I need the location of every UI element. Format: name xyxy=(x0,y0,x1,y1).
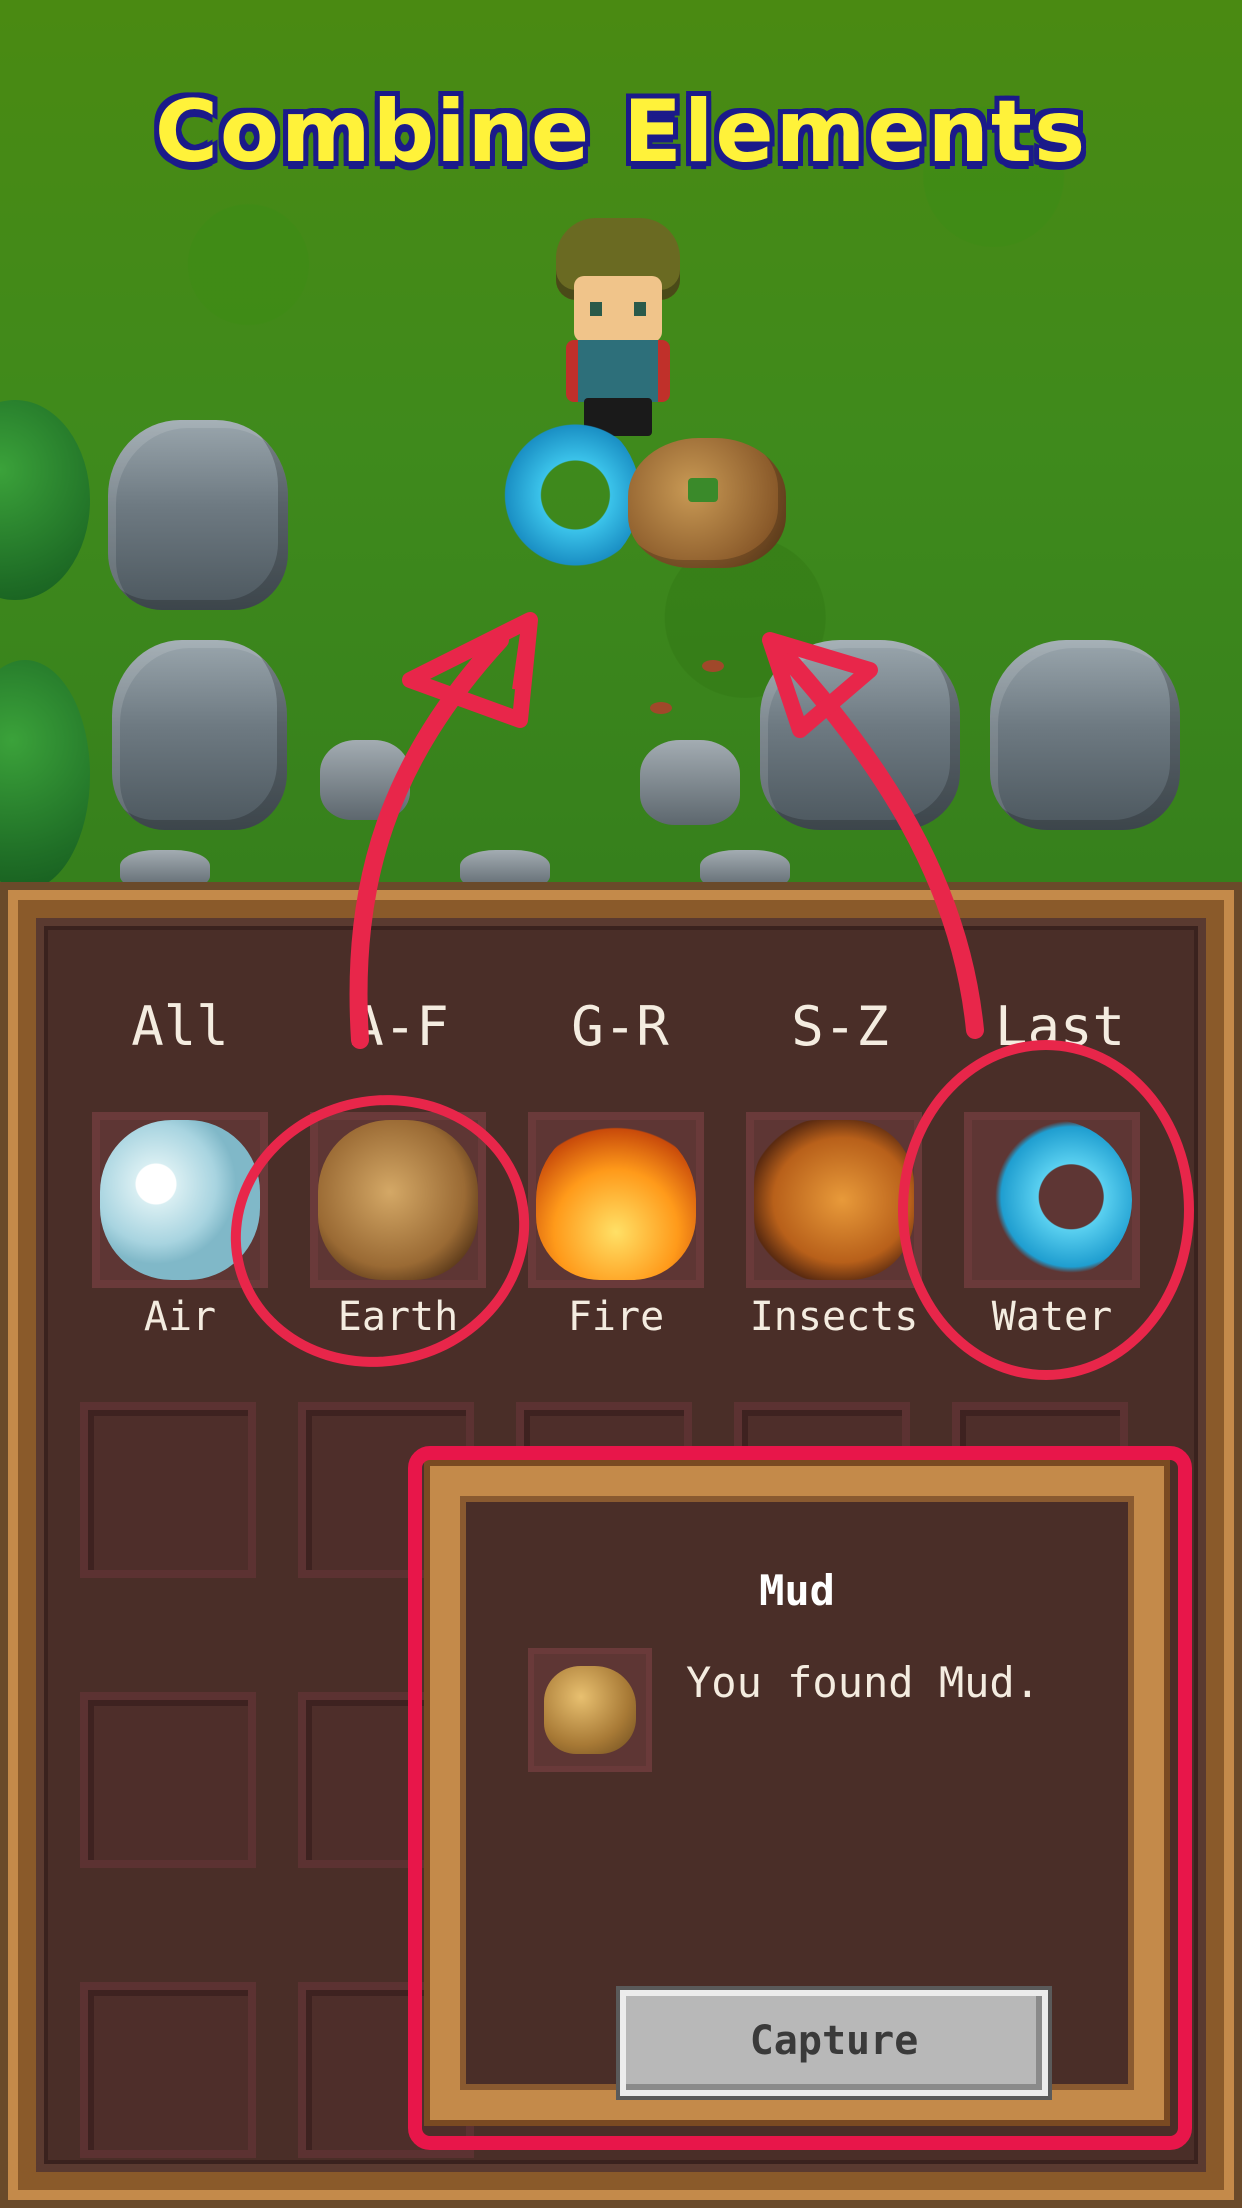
water-element-sprite xyxy=(470,410,640,580)
title-banner: Combine Elements xyxy=(154,82,1088,182)
empty-slot[interactable] xyxy=(80,1692,256,1868)
bush-sprite xyxy=(0,400,90,600)
element-fire[interactable]: Fire xyxy=(516,1112,716,1352)
element-label: Insects xyxy=(749,1294,919,1340)
insect-beetle-icon xyxy=(754,1120,914,1280)
highlight-circle-water xyxy=(898,1040,1194,1380)
boulder-sprite xyxy=(760,640,960,830)
tab-all[interactable]: All xyxy=(80,982,280,1072)
tab-s-z[interactable]: S-Z xyxy=(740,982,940,1072)
stone-sprite xyxy=(700,850,790,882)
game-scene: Combine Elements xyxy=(0,0,1242,882)
player-character xyxy=(548,218,688,438)
pebble-sprite xyxy=(702,660,724,672)
boulder-sprite xyxy=(112,640,287,830)
boulder-sprite xyxy=(990,640,1180,830)
stone-sprite xyxy=(320,740,410,820)
empty-slot[interactable] xyxy=(80,1982,256,2158)
tab-a-f[interactable]: A-F xyxy=(300,982,500,1072)
stone-sprite xyxy=(460,850,550,882)
element-label: Fire xyxy=(567,1294,665,1340)
tab-g-r[interactable]: G-R xyxy=(520,982,720,1072)
stone-sprite xyxy=(120,850,210,882)
stone-sprite xyxy=(640,740,740,825)
empty-slot[interactable] xyxy=(80,1402,256,1578)
pebble-sprite xyxy=(650,702,672,714)
earth-element-sprite xyxy=(628,438,786,568)
highlight-box-result xyxy=(408,1446,1192,2150)
fire-flame-icon xyxy=(536,1120,696,1280)
boulder-sprite xyxy=(108,420,288,610)
bush-sprite xyxy=(0,660,90,882)
